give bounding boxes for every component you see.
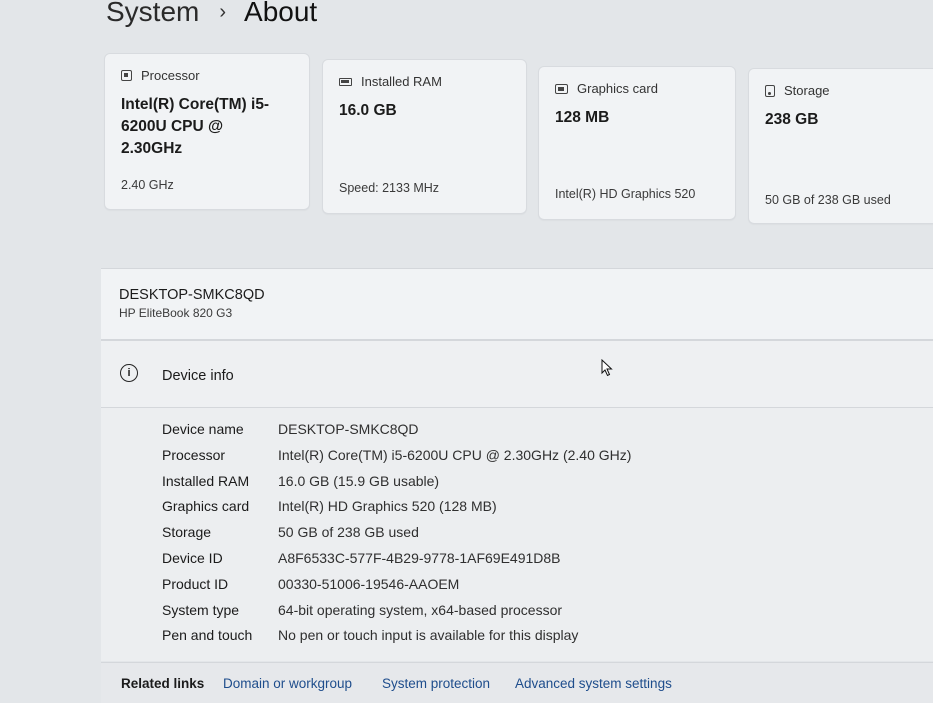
ram-icon [339,77,352,86]
info-icon: i [120,364,138,382]
spec-label: Installed RAM [162,472,250,489]
processor-card: Processor Intel(R) Core(TM) i5-6200U CPU… [104,53,310,210]
device-name: DESKTOP-SMKC8QD [119,287,265,303]
breadcrumb-system[interactable]: System [106,0,199,28]
spec-label: Processor [162,446,226,463]
advanced-system-settings-link[interactable]: Advanced system settings [515,676,672,691]
card-sub: 50 GB of 238 GB used [765,193,891,207]
device-model: HP EliteBook 820 G3 [119,306,233,320]
spec-value: 00330-51006-19546-AAOEM [278,575,460,592]
spec-value: DESKTOP-SMKC8QD [278,421,419,437]
spec-label: Product ID [162,575,229,592]
spec-value: A8F6533C-577F-4B29-9778-1AF69E491D8B [278,549,561,566]
card-value: Intel(R) Core(TM) i5-6200U CPU @ 2.30GHz [121,96,270,157]
spec-label: Device ID [162,549,223,566]
card-value: 128 MB [555,109,610,126]
card-value: 16.0 GB [339,102,397,119]
card-title: Graphics card [577,81,658,96]
card-sub: 2.40 GHz [121,178,174,192]
spec-value: 64-bit operating system, x64-based proce… [278,601,563,618]
graphics-card: Graphics card 128 MB Intel(R) HD Graphic… [538,66,736,220]
chevron-right-icon: › [219,0,227,23]
card-title: Processor [141,68,200,83]
spec-value: Intel(R) Core(TM) i5-6200U CPU @ 2.30GHz… [278,446,632,463]
spec-value: No pen or touch input is available for t… [278,627,579,644]
spec-label: Graphics card [162,498,250,515]
storage-icon [765,84,775,97]
device-info-title: Device info [162,368,234,384]
spec-value: 16.0 GB (15.9 GB usable) [278,472,440,489]
gpu-icon [555,83,568,94]
card-title: Installed RAM [361,74,442,89]
related-links-bar: Related links Domain or workgroup System… [101,662,933,703]
card-title: Storage [784,83,830,98]
cpu-icon [121,70,132,81]
domain-or-workgroup-link[interactable]: Domain or workgroup [223,676,352,691]
spec-label: Storage [162,524,212,541]
breadcrumb: System › About [106,0,317,28]
device-name-panel: DESKTOP-SMKC8QD HP EliteBook 820 G3 [101,268,933,340]
spec-label: System type [162,601,240,618]
ram-card: Installed RAM 16.0 GB Speed: 2133 MHz [322,59,527,214]
spec-value: Intel(R) HD Graphics 520 (128 MB) [278,498,497,515]
device-info-header[interactable]: i Device info [101,341,933,408]
device-info-panel: i Device info Device name DESKTOP-SMKC8QD… [101,340,933,661]
storage-card: Storage 238 GB 50 GB of 238 GB used [748,68,933,224]
spec-label: Device name [162,421,244,437]
card-value: 238 GB [765,111,819,128]
page-title: About [244,0,318,27]
card-sub: Intel(R) HD Graphics 520 [555,187,696,201]
spec-value: 50 GB of 238 GB used [278,524,419,541]
spec-label: Pen and touch [162,627,253,644]
related-links-label: Related links [121,676,205,691]
system-protection-link[interactable]: System protection [382,676,490,691]
card-sub: Speed: 2133 MHz [339,181,440,195]
